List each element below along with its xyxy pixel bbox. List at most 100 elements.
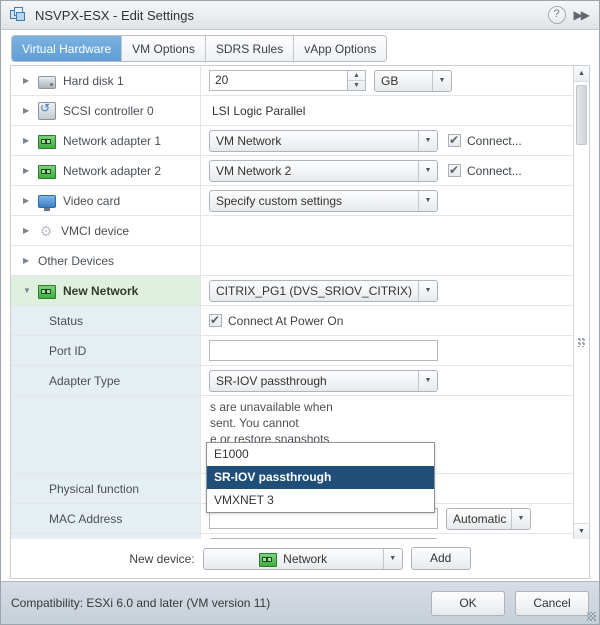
title-bar: NSVPX-ESX - Edit Settings ? ▶▶ xyxy=(1,1,599,30)
expand-triangle-icon[interactable]: ▶ xyxy=(23,106,33,115)
network-adapter-1-value: VM Network xyxy=(216,133,282,148)
row-value-guest-os-mtu-change: Disallow ▼ xyxy=(201,534,577,539)
adapter-warning-line-1: s are unavailable when xyxy=(210,400,333,414)
adapter-type-dropdown-list[interactable]: E1000 SR-IOV passthrough VMXNET 3 xyxy=(206,442,435,513)
add-device-button[interactable]: Add xyxy=(410,547,471,570)
mac-address-mode-select[interactable]: Automatic ▼ xyxy=(446,507,531,530)
row-label-network-adapter-2: ▶ Network adapter 2 xyxy=(11,156,201,185)
video-card-label: Video card xyxy=(63,193,121,208)
row-label-status: Status xyxy=(11,306,201,335)
network-adapter-icon xyxy=(259,552,278,567)
adapter-type-select[interactable]: SR-IOV passthrough ▼ xyxy=(209,369,438,392)
video-card-value: Specify custom settings xyxy=(216,193,343,208)
row-label-vmci-device: ▶ VMCI device xyxy=(11,216,201,245)
expand-triangle-icon[interactable]: ▶ xyxy=(23,166,33,175)
cancel-button[interactable]: Cancel xyxy=(515,590,589,616)
new-network-label: New Network xyxy=(63,283,139,298)
video-card-select[interactable]: Specify custom settings ▼ xyxy=(209,189,438,212)
row-label-hard-disk: ▶ Hard disk 1 xyxy=(11,66,201,95)
hard-disk-unit-select[interactable]: GB ▼ xyxy=(374,69,452,92)
stepper-down-icon[interactable]: ▼ xyxy=(348,81,365,90)
mac-address-label: MAC Address xyxy=(49,511,123,526)
other-devices-label: Other Devices xyxy=(38,253,115,268)
network-adapter-1-connect-checkbox[interactable] xyxy=(448,133,461,147)
row-label-port-id: Port ID xyxy=(11,336,201,365)
chevron-down-icon: ▼ xyxy=(418,370,437,391)
expand-triangle-icon[interactable]: ▶ xyxy=(23,136,33,145)
chevron-down-icon: ▼ xyxy=(418,280,437,301)
adapter-type-label: Adapter Type xyxy=(49,373,121,388)
hard-disk-size-input[interactable]: 20 xyxy=(209,70,348,91)
hard-disk-icon xyxy=(38,75,56,89)
row-label-network-adapter-1: ▶ Network adapter 1 xyxy=(11,126,201,155)
row-label-scsi-controller: ▶ SCSI controller 0 xyxy=(11,96,201,125)
row-label-adapter-warning xyxy=(11,396,201,473)
new-device-value: Network xyxy=(283,551,328,566)
table-row: Status Connect At Power On xyxy=(11,306,577,336)
tab-virtual-hardware[interactable]: Virtual Hardware xyxy=(12,36,123,61)
row-value-vmci-device xyxy=(201,216,577,245)
stepper-up-icon[interactable]: ▲ xyxy=(348,71,365,81)
new-device-select[interactable]: Network ▼ xyxy=(202,547,403,570)
tab-sdrs-rules[interactable]: SDRS Rules xyxy=(205,36,295,61)
tab-vm-options[interactable]: VM Options xyxy=(122,36,206,61)
connect-at-power-on-checkbox[interactable] xyxy=(209,313,222,327)
chevron-down-icon: ▼ xyxy=(418,538,437,539)
collapse-triangle-icon[interactable]: ▼ xyxy=(23,286,33,295)
scroll-down-button[interactable]: ▼ xyxy=(574,523,589,539)
vmci-device-icon xyxy=(38,223,54,239)
resize-grip-icon[interactable] xyxy=(587,612,596,621)
expand-triangle-icon[interactable]: ▶ xyxy=(23,256,33,265)
new-device-label: New device: xyxy=(129,551,195,566)
row-label-physical-function: Physical function xyxy=(11,474,201,503)
table-row: Guest OS MTU Change Disallow ▼ xyxy=(11,534,577,539)
row-value-status: Connect At Power On xyxy=(201,306,577,335)
row-value-scsi-controller: LSI Logic Parallel xyxy=(201,96,577,125)
row-value-adapter-type: SR-IOV passthrough ▼ xyxy=(201,366,577,395)
dropdown-option-e1000[interactable]: E1000 xyxy=(207,443,434,466)
virtual-hardware-panel: ▶ Hard disk 1 20 ▲ ▼ GB ▼ ▶ ↺ SCSI contr… xyxy=(10,65,590,539)
adapter-warning-text: s are unavailable when sent. You cannot … xyxy=(209,399,550,447)
port-id-input[interactable] xyxy=(209,340,438,361)
scroll-up-button[interactable]: ▲ xyxy=(574,66,589,82)
expand-triangle-icon[interactable]: ▶ xyxy=(23,76,33,85)
network-adapter-1-select[interactable]: VM Network ▼ xyxy=(209,129,438,152)
video-card-icon xyxy=(38,195,56,211)
chevron-down-icon: ▼ xyxy=(382,548,402,569)
scrollbar-thumb[interactable] xyxy=(576,85,587,145)
help-icon[interactable]: ? xyxy=(547,6,566,24)
hard-disk-label: Hard disk 1 xyxy=(63,73,124,88)
expand-triangle-icon[interactable]: ▶ xyxy=(23,226,33,235)
network-adapter-2-select[interactable]: VM Network 2 ▼ xyxy=(209,159,438,182)
dropdown-option-sr-iov-passthrough[interactable]: SR-IOV passthrough xyxy=(207,466,434,489)
table-row: ▶ Video card Specify custom settings ▼ xyxy=(11,186,577,216)
double-chevron-right-icon[interactable]: ▶▶ xyxy=(574,8,591,22)
network-adapter-2-connect-label: Connect... xyxy=(467,163,522,178)
compatibility-text: Compatibility: ESXi 6.0 and later (VM ve… xyxy=(11,596,271,610)
hard-disk-size-stepper[interactable]: ▲ ▼ xyxy=(348,70,366,91)
network-adapter-icon xyxy=(38,164,56,179)
network-adapter-2-connect-checkbox[interactable] xyxy=(448,163,461,177)
dialog-footer: Compatibility: ESXi 6.0 and later (VM ve… xyxy=(1,581,599,624)
row-label-other-devices: ▶ Other Devices xyxy=(11,246,201,275)
network-adapter-icon xyxy=(38,284,56,299)
mac-address-mode-value: Automatic xyxy=(453,511,507,526)
expand-triangle-icon[interactable]: ▶ xyxy=(23,196,33,205)
scrollbar-grip-icon[interactable] xyxy=(578,338,585,347)
ok-button[interactable]: OK xyxy=(431,590,505,616)
guest-os-mtu-change-select[interactable]: Disallow ▼ xyxy=(209,537,438,539)
row-label-video-card: ▶ Video card xyxy=(11,186,201,215)
status-label: Status xyxy=(49,313,84,328)
tab-bar: Virtual Hardware VM Options SDRS Rules v… xyxy=(1,30,599,65)
row-label-new-network: ▼ New Network xyxy=(11,276,201,305)
vertical-scrollbar[interactable]: ▲ ▼ xyxy=(573,66,589,539)
chevron-down-icon: ▼ xyxy=(511,508,530,529)
connect-at-power-on-label: Connect At Power On xyxy=(228,313,344,328)
dropdown-option-vmxnet-3[interactable]: VMXNET 3 xyxy=(207,489,434,512)
new-network-port-group-select[interactable]: CITRIX_PG1 (DVS_SRIOV_CITRIX) ▼ xyxy=(209,279,438,302)
network-adapter-1-label: Network adapter 1 xyxy=(63,133,162,148)
table-row: ▶ Other Devices xyxy=(11,246,577,276)
row-value-network-adapter-1: VM Network ▼ Connect... xyxy=(201,126,577,155)
tab-vapp-options[interactable]: vApp Options xyxy=(294,36,387,61)
virtual-machine-icon xyxy=(10,7,26,23)
